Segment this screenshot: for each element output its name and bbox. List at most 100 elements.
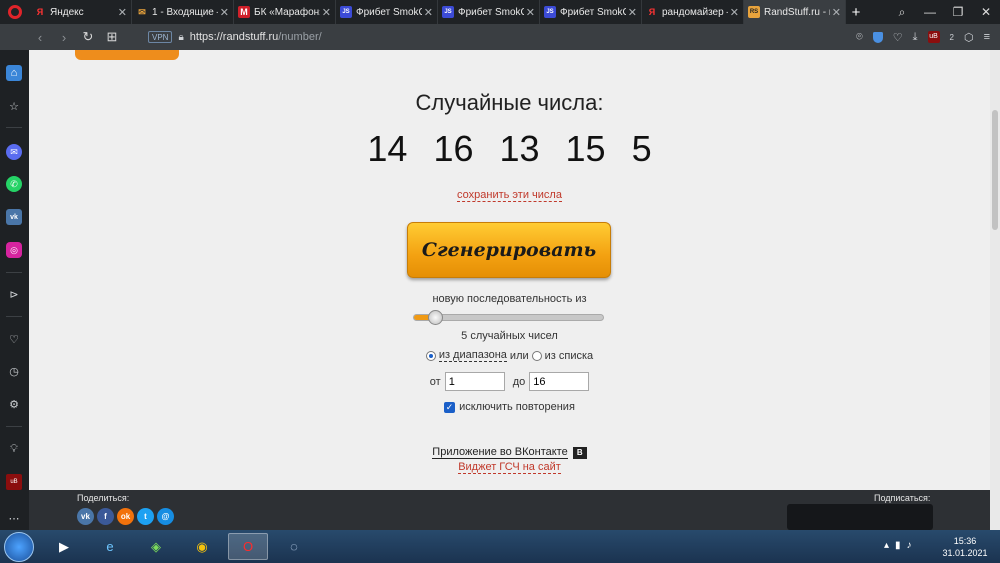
heart-icon[interactable]: ♡	[6, 331, 22, 347]
odnoklassniki-share-icon[interactable]: ok	[117, 508, 134, 525]
instagram-icon[interactable]: ◎	[6, 242, 22, 258]
lightbulb-icon[interactable]: 💡︎	[6, 441, 22, 457]
star-icon[interactable]: ☆	[6, 98, 22, 114]
browser-tab[interactable]: JS Фрибет SmokC ✕	[438, 0, 540, 24]
browser-tab[interactable]: JS Фрибет SmokC ✕	[540, 0, 642, 24]
close-tab-icon[interactable]: ✕	[832, 6, 841, 19]
tab-title: рандомайзер –	[662, 6, 728, 18]
browser-tab[interactable]: ✉ 1 - Входящие —✕	[132, 0, 234, 24]
tab-title: БК «Марафон»	[254, 6, 320, 18]
site-header-tab[interactable]	[75, 50, 179, 60]
history-clock-icon[interactable]: ◷	[6, 363, 22, 379]
close-tab-icon[interactable]: ✕	[628, 6, 637, 19]
browser-tab[interactable]: JS Фрибет SmokC ✕	[336, 0, 438, 24]
from-input[interactable]	[444, 372, 505, 391]
sidebar-divider	[6, 127, 22, 128]
browser-tab-active[interactable]: RS RandStuff.ru - г ✕	[744, 0, 846, 24]
speed-dial-icon[interactable]: ⊞	[100, 29, 124, 45]
ad-block-shield-icon[interactable]	[872, 31, 883, 43]
tab-title: Фрибет SmokC	[560, 6, 626, 18]
sidebar-divider	[6, 316, 22, 317]
browser-tab-strip: ЯЯндекс✕ ✉1 - Входящие —✕ MБК «Марафон»✕…	[0, 0, 1000, 24]
menu-lines-icon[interactable]: ≡	[984, 31, 990, 43]
ublock-icon[interactable]: uB	[6, 474, 22, 490]
clock-time: 15:36	[953, 536, 977, 546]
close-tab-icon[interactable]: ✕	[526, 6, 535, 19]
opera-menu-icon[interactable]	[0, 0, 30, 24]
close-tab-icon[interactable]: ✕	[118, 6, 127, 19]
or-text: или	[509, 349, 529, 362]
media-player-icon[interactable]: ▶	[44, 533, 84, 560]
opera-taskbar-icon[interactable]: O	[228, 533, 268, 560]
messenger-icon[interactable]: ✉	[6, 144, 22, 160]
reload-icon[interactable]: ↻	[76, 29, 100, 45]
new-tab-button[interactable]: +	[846, 4, 866, 21]
app-icon[interactable]: ◌	[274, 533, 314, 560]
page-scrollbar[interactable]	[990, 50, 1000, 530]
marathon-favicon-icon: M	[238, 6, 250, 18]
close-window-icon[interactable]: ✕	[972, 0, 1000, 24]
list-radio[interactable]	[531, 350, 542, 361]
random-number: 16	[433, 128, 474, 169]
lock-icon[interactable]: 🔒︎	[178, 32, 183, 43]
internet-explorer-icon[interactable]: e	[90, 533, 130, 560]
app-icon[interactable]: ◈	[136, 533, 176, 560]
twitter-share-icon[interactable]: t	[137, 508, 154, 525]
chrome-icon[interactable]: ◉	[182, 533, 222, 560]
heart-icon[interactable]: ♡	[893, 31, 903, 44]
widget-link[interactable]: Виджет ГСЧ на сайт	[458, 461, 561, 474]
close-tab-icon[interactable]: ✕	[730, 6, 739, 19]
generate-button[interactable]: Сгенерировать	[407, 222, 611, 278]
minimize-window-icon[interactable]: —	[916, 0, 944, 24]
random-number: 14	[367, 128, 408, 169]
facebook-share-icon[interactable]: f	[97, 508, 114, 525]
extensions-cube-icon[interactable]: ⬡	[964, 31, 974, 44]
vpn-badge[interactable]: VPN	[148, 31, 173, 43]
no-repeat-checkbox[interactable]: ✓	[444, 401, 456, 413]
home-icon[interactable]: ⌂	[6, 65, 22, 81]
vk-app-link[interactable]: Приложение во ВКонтакте	[432, 446, 568, 459]
back-icon[interactable]: ‹	[28, 30, 52, 45]
settings-gear-icon[interactable]: ⚙	[6, 396, 22, 412]
whatsapp-icon[interactable]: ✆	[6, 176, 22, 192]
list-option-label[interactable]: из списка	[545, 350, 594, 362]
network-icon[interactable]: ▮	[895, 540, 901, 551]
count-slider[interactable]	[413, 310, 604, 325]
browser-tab[interactable]: M БК «Марафон» ✕	[234, 0, 336, 24]
clock[interactable]: 15:36 31.01.2021	[940, 535, 990, 559]
range-option-label[interactable]: из диапазона	[438, 349, 507, 362]
ublock-count: 2	[949, 32, 954, 42]
player-icon[interactable]: ⊳	[6, 286, 22, 302]
restore-window-icon[interactable]: ❐	[944, 0, 972, 24]
scrollbar-thumb[interactable]	[992, 110, 998, 230]
to-input[interactable]	[529, 372, 590, 391]
search-tabs-icon[interactable]: ⌕	[888, 0, 916, 24]
vk-share-icon[interactable]: vk	[77, 508, 94, 525]
subscribe-widget[interactable]	[787, 504, 933, 530]
close-tab-icon[interactable]: ✕	[424, 6, 433, 19]
browser-tab[interactable]: Я Яндекс ✕	[30, 0, 132, 24]
range-radio[interactable]	[425, 350, 436, 361]
camera-icon[interactable]: ⌾	[856, 31, 863, 44]
site-favicon-icon: JS	[442, 6, 454, 18]
ublock-icon[interactable]: uB	[927, 31, 940, 43]
volume-icon[interactable]: ♪	[907, 540, 912, 551]
more-dots-icon[interactable]: ⋯	[6, 510, 22, 526]
save-numbers-link[interactable]: сохранить эти числа	[457, 189, 562, 202]
browser-tab[interactable]: Ярандомайзер – ✕	[642, 0, 744, 24]
vk-icon[interactable]: vk	[6, 209, 22, 225]
share-label: Поделиться:	[77, 493, 130, 503]
tray-arrow-icon[interactable]: ▴	[884, 540, 889, 551]
download-icon[interactable]: ⤓	[913, 31, 918, 44]
page-footer: Поделиться: vk f ok t @ Подписаться:	[29, 490, 990, 530]
no-repeat-label[interactable]: исключить повторения	[459, 401, 575, 413]
mailru-share-icon[interactable]: @	[157, 508, 174, 525]
url-field[interactable]: https://randstuff.ru/number/	[190, 31, 322, 43]
close-tab-icon[interactable]: ✕	[220, 6, 229, 19]
slider-handle[interactable]	[428, 310, 443, 325]
mail-favicon-icon: ✉	[138, 7, 146, 17]
url-domain: https://randstuff.ru	[189, 31, 279, 43]
forward-icon[interactable]: ›	[52, 30, 76, 45]
close-tab-icon[interactable]: ✕	[322, 6, 331, 19]
start-button[interactable]	[4, 532, 34, 562]
